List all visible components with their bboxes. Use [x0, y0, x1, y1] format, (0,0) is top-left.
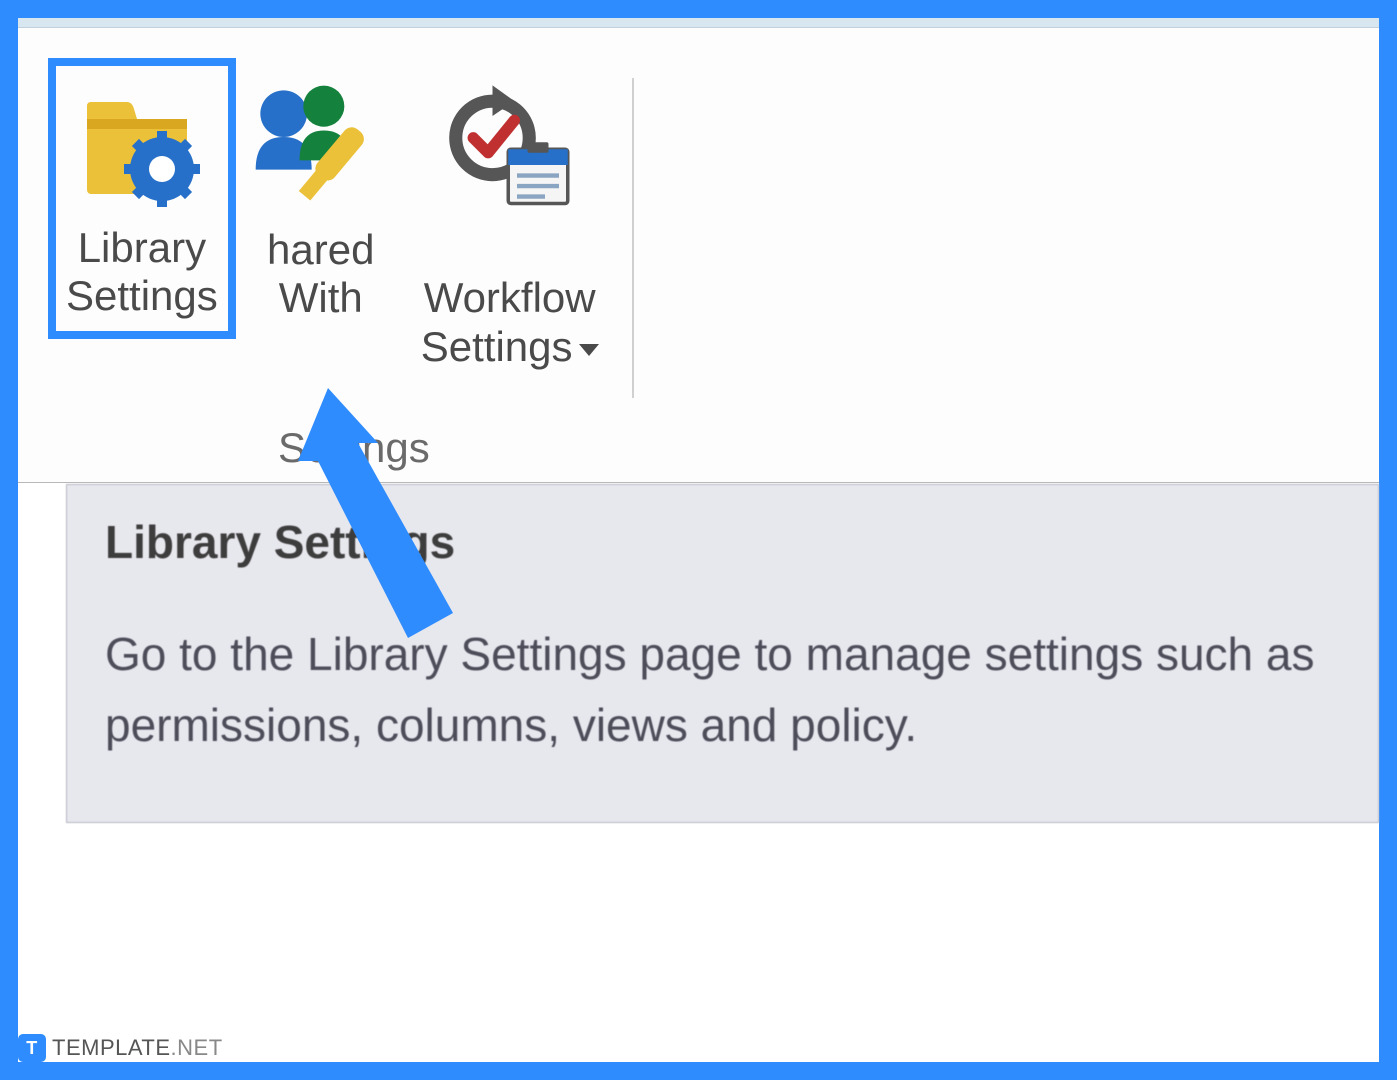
watermark: T TEMPLATE.NET: [18, 1034, 223, 1062]
tooltip-title: Library Settings: [105, 515, 1340, 569]
library-settings-button[interactable]: Library Settings: [48, 58, 236, 339]
library-settings-label: Library Settings: [66, 224, 218, 321]
watermark-brand: TEMPLATE: [52, 1035, 171, 1061]
screenshot-frame: Library Settings hared With: [0, 0, 1397, 1080]
library-settings-icon: [72, 81, 212, 216]
shared-with-icon: [251, 83, 391, 218]
ribbon-top-bar: [18, 18, 1379, 28]
shared-with-label: hared With: [267, 226, 374, 323]
shared-with-button[interactable]: hared With: [236, 58, 406, 333]
tooltip-panel: Library Settings Go to the Library Setti…: [66, 484, 1379, 823]
workflow-settings-button[interactable]: Workflow Settings: [406, 58, 614, 381]
ribbon-group-label: Settings: [278, 424, 430, 472]
chevron-down-icon: [579, 344, 599, 356]
ribbon-settings-group: Library Settings hared With: [18, 28, 1379, 483]
watermark-suffix: .NET: [171, 1035, 223, 1061]
ribbon-group-separator: [632, 78, 634, 398]
workflow-settings-icon: [440, 83, 580, 218]
tooltip-description: Go to the Library Settings page to manag…: [105, 619, 1340, 762]
watermark-icon: T: [18, 1034, 46, 1062]
workflow-settings-label: Workflow Settings: [421, 226, 599, 371]
